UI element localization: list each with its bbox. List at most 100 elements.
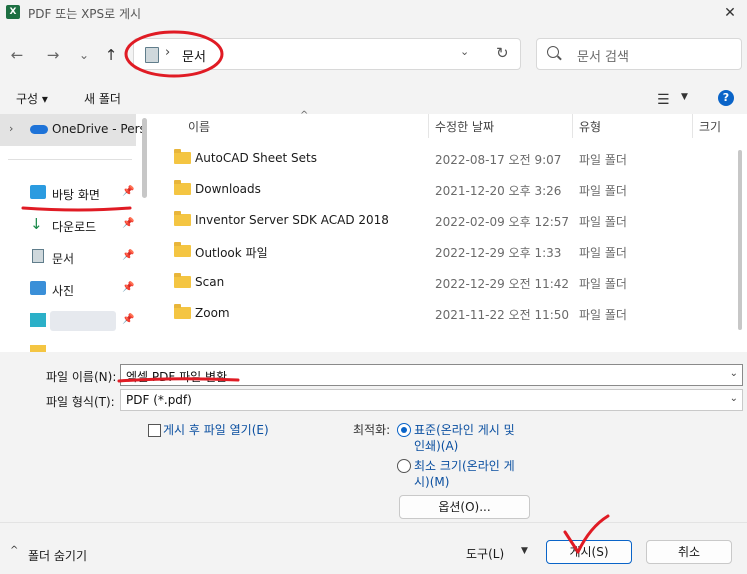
folder-icon (30, 345, 46, 352)
optimize-standard-label-2[interactable]: 인쇄)(A) (414, 437, 458, 454)
desktop-icon (30, 185, 46, 199)
table-row[interactable]: Inventor Server SDK ACAD 2018 2022-02-09… (165, 205, 741, 236)
file-type: 파일 폴더 (579, 277, 627, 291)
column-size[interactable]: 크기 (699, 118, 721, 135)
hide-folders-button[interactable]: 폴더 숨기기 (28, 547, 87, 564)
recent-locations-button[interactable]: ⌄ (73, 44, 95, 66)
view-options-icon[interactable]: ☰ (657, 92, 670, 108)
file-type: 파일 폴더 (579, 184, 627, 198)
file-date: 2022-08-17 오전 9:07 (435, 153, 562, 167)
red-underline-annotation (117, 377, 240, 383)
sidebar-item-documents[interactable]: 문서 📌 (0, 241, 140, 273)
file-type: 파일 폴더 (579, 215, 627, 229)
chevron-down-icon[interactable]: ⌄ (730, 393, 738, 404)
optimize-minimum-label[interactable]: 최소 크기(온라인 게 (414, 457, 515, 474)
optimize-standard-label[interactable]: 표준(온라인 게시 및 (414, 421, 515, 438)
table-row[interactable]: Scan 2022-12-29 오전 11:42 파일 폴더 (165, 267, 741, 298)
cloud-icon (30, 125, 48, 134)
column-type[interactable]: 유형 (579, 118, 601, 135)
sidebar-item-label: 다운로드 (52, 220, 97, 234)
view-dropdown-icon[interactable]: ▼ (681, 92, 688, 102)
file-date: 2021-12-20 오후 3:26 (435, 184, 562, 198)
file-type: 파일 폴더 (579, 153, 627, 167)
sidebar-item-pictures[interactable]: 사진 📌 (0, 273, 140, 305)
excel-app-icon: X (6, 5, 20, 19)
table-row[interactable]: Downloads 2021-12-20 오후 3:26 파일 폴더 (165, 174, 741, 205)
folder-icon (174, 149, 191, 164)
file-date: 2022-12-29 오전 11:42 (435, 277, 570, 291)
optimize-standard-radio[interactable] (397, 423, 411, 437)
file-name: Downloads (195, 182, 261, 196)
document-icon (32, 249, 44, 263)
folder-icon (174, 304, 191, 319)
filetype-label: 파일 형식(T): (46, 395, 115, 409)
help-icon[interactable]: ? (718, 90, 734, 106)
chevron-right-icon[interactable]: › (9, 122, 13, 135)
file-name: Outlook 파일 (195, 246, 268, 260)
table-row[interactable]: Outlook 파일 2022-12-29 오후 1:33 파일 폴더 (165, 236, 741, 267)
address-dropdown-icon[interactable]: ⌄ (460, 45, 469, 58)
filename-label: 파일 이름(N): (46, 370, 117, 384)
red-underline-annotation (21, 206, 132, 212)
file-date: 2022-12-29 오후 1:33 (435, 246, 562, 260)
blurred-icon (30, 313, 46, 327)
column-divider[interactable] (428, 114, 429, 138)
column-name[interactable]: 이름 (188, 118, 210, 135)
sidebar-item-label: 사진 (52, 284, 75, 298)
file-name: Scan (195, 275, 225, 289)
pin-icon: 📌 (122, 282, 135, 293)
pin-icon: 📌 (122, 218, 135, 229)
search-box[interactable]: 문서 검색 (536, 38, 742, 70)
chevron-up-icon[interactable]: ^ (10, 545, 18, 556)
chevron-down-icon[interactable]: ⌄ (730, 368, 738, 379)
file-list-scrollbar[interactable] (738, 150, 742, 330)
folder-icon (174, 180, 191, 195)
blurred-label (50, 311, 116, 331)
folder-icon (174, 211, 191, 226)
sidebar-scrollbar[interactable] (142, 118, 147, 198)
new-folder-button[interactable]: 새 폴더 (84, 90, 121, 107)
window-title: PDF 또는 XPS로 게시 (28, 7, 142, 21)
forward-button[interactable]: → (42, 44, 64, 66)
open-after-publish-label[interactable]: 게시 후 파일 열기(E) (163, 421, 269, 438)
table-row[interactable]: AutoCAD Sheet Sets 2022-08-17 오전 9:07 파일… (165, 143, 741, 174)
filetype-select[interactable]: PDF (*.pdf) ⌄ (120, 389, 743, 411)
up-button[interactable]: ↑ (100, 44, 122, 66)
column-divider[interactable] (572, 114, 573, 138)
file-date: 2021-11-22 오전 11:50 (435, 308, 570, 322)
optimize-minimum-radio[interactable] (397, 459, 411, 473)
pin-icon: 📌 (122, 186, 135, 197)
picture-icon (30, 281, 46, 295)
sort-indicator-icon: ^ (300, 110, 309, 121)
search-input[interactable]: 문서 검색 (577, 46, 629, 65)
pin-icon: 📌 (122, 314, 135, 325)
divider (8, 159, 132, 160)
close-button[interactable]: ✕ (716, 1, 744, 25)
red-checkmark-annotation (563, 514, 610, 554)
column-date-modified[interactable]: 수정한 날짜 (435, 118, 494, 135)
back-button[interactable]: ← (6, 44, 28, 66)
file-type: 파일 폴더 (579, 308, 627, 322)
file-name: Zoom (195, 306, 230, 320)
column-divider[interactable] (692, 114, 693, 138)
sidebar-item-blurred[interactable]: 📌 (0, 305, 140, 337)
open-after-publish-checkbox[interactable] (148, 424, 161, 437)
file-name: Inventor Server SDK ACAD 2018 (195, 213, 389, 227)
cancel-button[interactable]: 취소 (646, 540, 732, 564)
file-date: 2022-02-09 오후 12:57 (435, 215, 570, 229)
tools-button[interactable]: 도구(L) (466, 545, 504, 562)
refresh-icon[interactable]: ↻ (496, 44, 509, 62)
sidebar-item-label: 바탕 화면 (52, 188, 100, 202)
search-icon (547, 46, 559, 58)
file-name: AutoCAD Sheet Sets (195, 151, 317, 165)
folder-icon (174, 242, 191, 257)
sidebar-item-label: 문서 (52, 252, 75, 266)
tools-dropdown-icon[interactable]: ▼ (521, 546, 528, 556)
sidebar-item-onedrive[interactable]: › OneDrive - Pers (0, 114, 146, 146)
table-row[interactable]: Zoom 2021-11-22 오전 11:50 파일 폴더 (165, 298, 741, 329)
pin-icon: 📌 (122, 250, 135, 261)
options-button[interactable]: 옵션(O)... (399, 495, 530, 519)
optimize-label: 최적화: (353, 423, 391, 437)
organize-button[interactable]: 구성 ▾ (16, 90, 48, 107)
optimize-minimum-label-2[interactable]: 시)(M) (414, 473, 449, 490)
